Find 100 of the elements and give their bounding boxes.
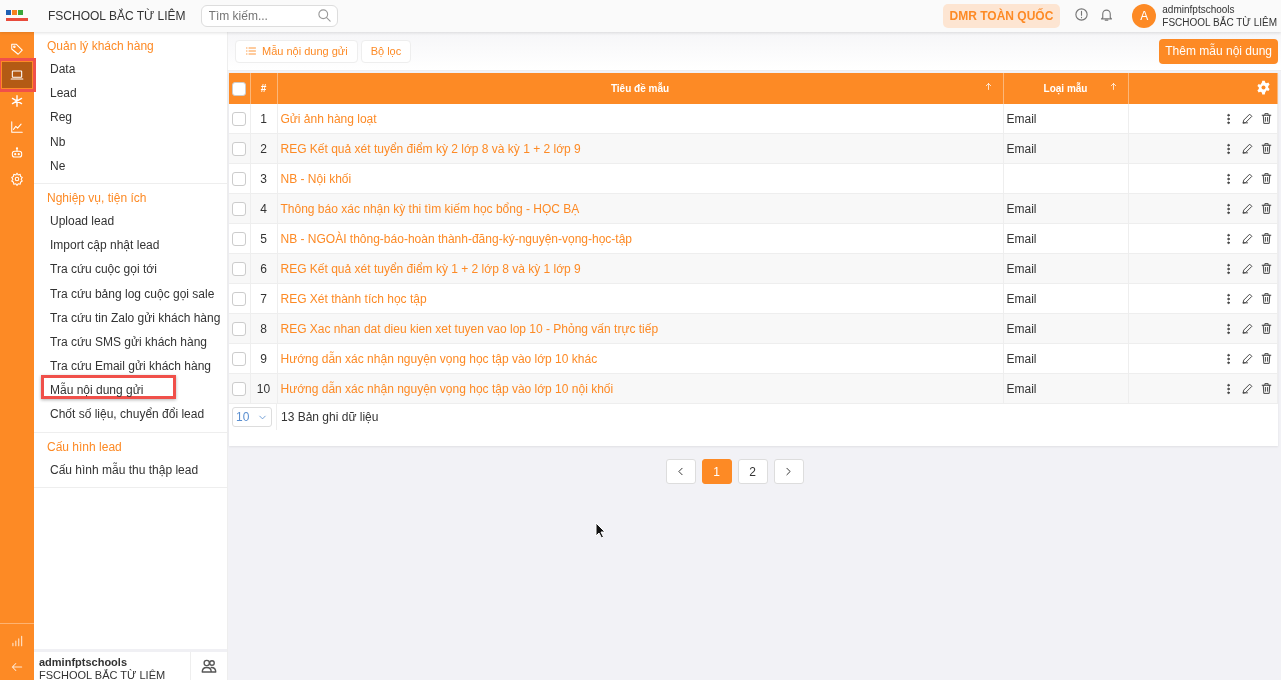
- edit-icon: [1241, 172, 1254, 185]
- delete-icon: [1260, 232, 1273, 245]
- record-count: 13 Bản ghi dữ liệu: [276, 404, 379, 430]
- edit-icon: [1241, 322, 1254, 335]
- menu-item[interactable]: Tra cứu tin Zalo gửi khách hàng: [41, 302, 230, 327]
- edit-icon: [1241, 232, 1254, 245]
- previous-page-button[interactable]: [665, 459, 696, 484]
- sort-arrow-icon[interactable]: [983, 82, 993, 91]
- row-number: 9: [260, 351, 267, 366]
- row-number: 7: [260, 291, 267, 306]
- edit-icon: [1241, 352, 1254, 365]
- template-type: Email: [1006, 321, 1037, 336]
- page-button[interactable]: 1: [701, 459, 732, 484]
- row-checkbox[interactable]: [232, 351, 247, 366]
- row-checkbox[interactable]: [232, 201, 247, 216]
- column-header[interactable]: #: [260, 83, 267, 94]
- template-type: Email: [1006, 291, 1037, 306]
- template-title-link[interactable]: Gửi ảnh hàng loạt: [280, 111, 377, 126]
- menu-item[interactable]: Tra cứu bảng log cuộc gọi sale: [41, 278, 224, 303]
- delete-icon: [1260, 292, 1273, 305]
- search-icon: [316, 8, 332, 23]
- list-icon: [245, 45, 257, 57]
- row-checkbox[interactable]: [232, 291, 247, 306]
- row-checkbox[interactable]: [232, 231, 247, 246]
- template-title-link[interactable]: NB - Nội khối: [280, 171, 352, 186]
- bell-icon: [1099, 7, 1115, 22]
- template-title-link[interactable]: NB - NGOÀI thông-báo-hoàn thành-đăng-ký-nguyện-vọng-học-tập: [280, 231, 633, 246]
- edit-icon: [1241, 112, 1254, 125]
- row-checkbox[interactable]: [232, 261, 247, 276]
- menu-item[interactable]: Ne: [41, 150, 75, 175]
- search-field[interactable]: Tìm kiếm...: [200, 5, 338, 27]
- line-chart-icon: [10, 120, 24, 134]
- delete-icon: [1260, 382, 1273, 395]
- menu-item[interactable]: Nb: [41, 126, 75, 151]
- user-unit: FSCHOOL BẮC TỪ LIÊM: [1162, 16, 1277, 29]
- menu-item[interactable]: Import cập nhật lead: [41, 230, 169, 255]
- edit-icon: [1241, 202, 1254, 215]
- row-number: 4: [260, 201, 267, 216]
- delete-icon: [1260, 322, 1273, 335]
- template-type: Email: [1006, 111, 1037, 126]
- user-unit: FSCHOOL BẮC TỪ LIÊM: [39, 669, 166, 680]
- menu-item[interactable]: Reg: [41, 102, 81, 127]
- toolbar-tab[interactable]: Bộ lọc: [360, 39, 412, 63]
- template-title-link[interactable]: Thông báo xác nhận kỳ thi tìm kiếm học bổng - HỌC BẠ: [280, 201, 580, 216]
- page-size-select[interactable]: 10: [232, 407, 272, 427]
- bar-chart-icon: [10, 634, 24, 648]
- menu-item[interactable]: Data: [41, 54, 85, 79]
- user-name: adminfptschools: [39, 656, 127, 668]
- scope-button[interactable]: DMR TOÀN QUỐC: [942, 4, 1061, 28]
- sort-arrow-icon[interactable]: [1108, 82, 1118, 91]
- edit-icon: [1241, 382, 1254, 395]
- section-title: Nghiệp vụ, tiện ích: [47, 189, 148, 206]
- user-avatar[interactable]: A: [1132, 4, 1157, 28]
- menu-item[interactable]: Tra cứu SMS gửi khách hàng: [41, 326, 217, 352]
- section-title: Quản lý khách hàng: [47, 38, 155, 54]
- template-title-link[interactable]: Hướng dẫn xác nhận nguyện vọng học tập vào lớp 10 khác: [280, 351, 598, 366]
- next-page-button[interactable]: [773, 459, 804, 484]
- cursor-icon: [595, 522, 606, 539]
- row-number: 3: [260, 171, 267, 186]
- menu-item[interactable]: Cấu hình mẫu thu thập lead: [41, 454, 208, 479]
- page-button[interactable]: 2: [737, 459, 768, 484]
- asterisk-icon: [10, 94, 24, 108]
- delete-icon: [1260, 172, 1273, 185]
- menu-item[interactable]: Mẫu nội dung gửi: [41, 375, 176, 400]
- row-checkbox[interactable]: [232, 321, 247, 336]
- column-header[interactable]: Tiêu đề mẫu: [610, 83, 670, 94]
- template-type: Email: [1006, 141, 1037, 156]
- template-type: Email: [1006, 351, 1037, 366]
- template-title-link[interactable]: REG Xét thành tích học tập: [280, 291, 427, 306]
- delete-icon: [1260, 262, 1273, 275]
- template-type: Email: [1006, 261, 1037, 276]
- toolbar-tab[interactable]: Mẫu nội dung gửi: [235, 39, 358, 63]
- row-checkbox[interactable]: [232, 381, 247, 396]
- robot-icon: [10, 146, 24, 160]
- template-type: Email: [1006, 381, 1037, 396]
- select-all-checkbox[interactable]: [232, 81, 247, 96]
- menu-item[interactable]: Tra cứu Email gửi khách hàng: [41, 351, 221, 376]
- template-type: Email: [1006, 201, 1037, 216]
- info-icon: [1074, 7, 1090, 22]
- laptop-icon: [10, 68, 24, 82]
- row-number: 5: [260, 231, 267, 246]
- column-header[interactable]: Loại mẫu: [1043, 83, 1088, 94]
- section-title: Cấu hình lead: [47, 438, 123, 455]
- row-number: 10: [256, 381, 271, 396]
- menu-item[interactable]: Tra cứu cuộc gọi tới: [41, 254, 166, 279]
- back-arrow-icon: [10, 660, 24, 674]
- template-type: Email: [1006, 231, 1037, 246]
- delete-icon: [1260, 142, 1273, 155]
- delete-icon: [1260, 202, 1273, 215]
- row-number: 8: [260, 321, 267, 336]
- row-checkbox[interactable]: [232, 171, 247, 186]
- delete-icon: [1260, 352, 1273, 365]
- row-checkbox[interactable]: [232, 141, 247, 156]
- row-checkbox[interactable]: [232, 111, 247, 126]
- add-template-button[interactable]: Thêm mẫu nội dung: [1159, 38, 1278, 64]
- menu-item[interactable]: Upload lead: [41, 205, 124, 231]
- menu-item[interactable]: Chốt số liệu, chuyển đổi lead: [41, 399, 214, 424]
- edit-icon: [1241, 262, 1254, 275]
- delete-icon: [1260, 112, 1273, 125]
- menu-item[interactable]: Lead: [41, 78, 86, 103]
